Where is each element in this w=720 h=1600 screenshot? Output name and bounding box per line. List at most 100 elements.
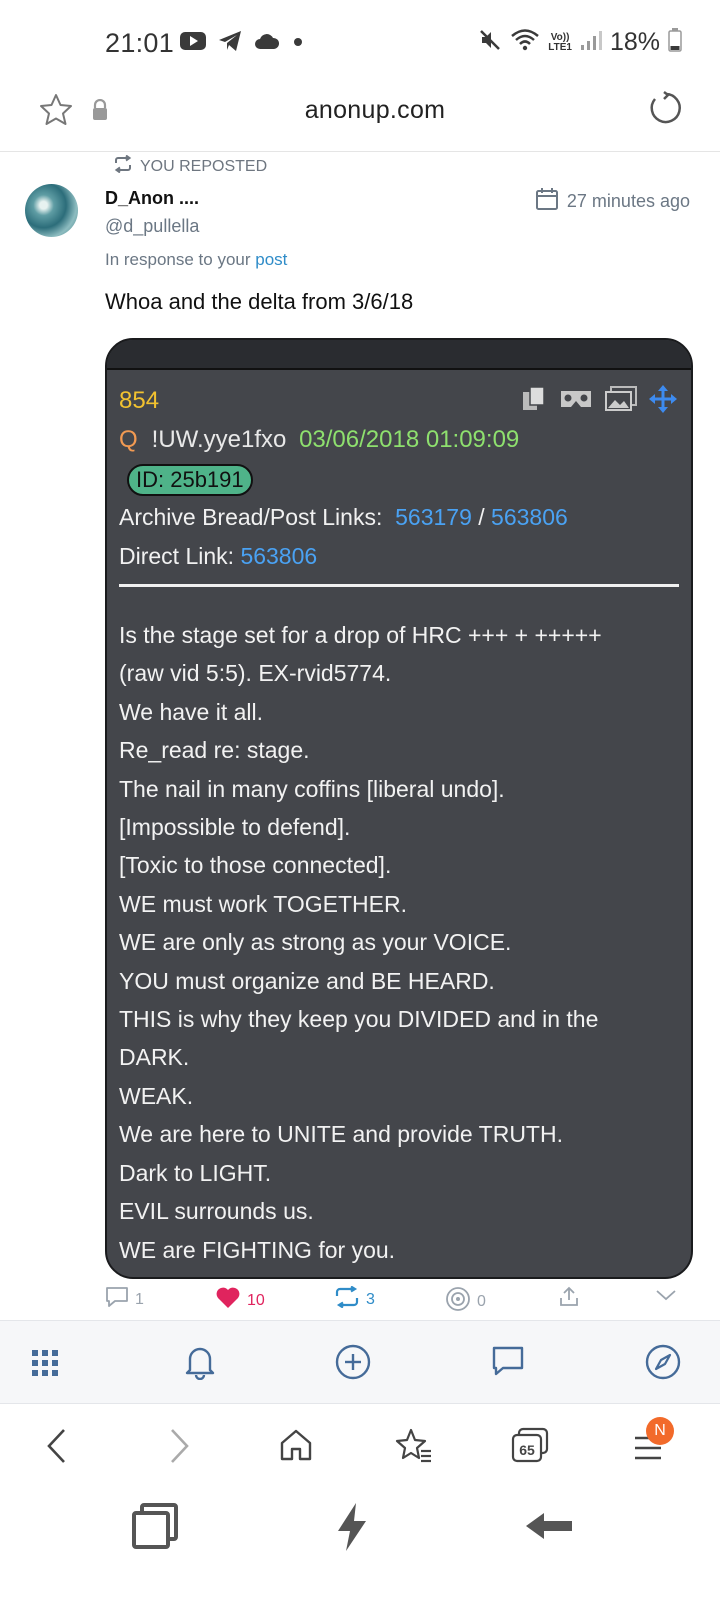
battery-icon [668, 28, 682, 57]
image-toolbar [521, 385, 677, 418]
archive-separator: / [478, 504, 485, 530]
browser-toolbar: 65 [0, 1405, 720, 1487]
drop-line: WE must work TOGETHER. [119, 890, 407, 917]
tripcode: !UW.yye1fxo [151, 426, 287, 453]
post-timestamp: 27 minutes ago [535, 187, 690, 216]
chevron-down-icon [654, 1286, 678, 1309]
comment-button[interactable]: 1 [105, 1286, 144, 1313]
comment-count: 1 [135, 1290, 144, 1308]
move-icon [649, 385, 677, 418]
archive-link: 563179 [395, 504, 472, 530]
youtube-icon [180, 31, 206, 56]
messages-icon[interactable] [491, 1344, 525, 1383]
points-icon [445, 1286, 471, 1317]
create-post-icon[interactable] [335, 1344, 371, 1385]
drop-line: WE are FIGHTING for you. [119, 1236, 396, 1263]
drop-line: WEAK. [119, 1082, 194, 1109]
apps-grid-icon[interactable] [32, 1350, 58, 1381]
status-time: 21:01 [105, 28, 175, 58]
avatar[interactable] [25, 184, 78, 237]
post-text: Whoa and the delta from 3/6/18 [105, 289, 414, 314]
like-button[interactable]: 10 [215, 1286, 265, 1315]
repost-label: YOU REPOSTED [140, 157, 268, 175]
drop-line: EVIL surrounds us. [119, 1198, 314, 1225]
drop-line: The nail in many coffins [liberal undo]. [119, 775, 505, 802]
archive-link: 563806 [491, 504, 568, 530]
copy-icon [521, 386, 547, 417]
url-text[interactable]: anonup.com [0, 96, 720, 125]
menu-badge: N [646, 1417, 674, 1445]
system-navigation [0, 1487, 720, 1600]
points-button[interactable]: 0 [445, 1286, 486, 1317]
drop-line: We have it all. [119, 698, 264, 725]
author-handle[interactable]: @d_pullella [105, 216, 199, 237]
address-bar[interactable]: anonup.com [0, 86, 720, 152]
drop-line: We are here to UNITE and provide TRUTH. [119, 1121, 563, 1148]
q-label: Q [119, 426, 138, 453]
drop-line: [Impossible to defend]. [119, 814, 351, 841]
cloud-icon [254, 32, 280, 55]
heart-icon [215, 1286, 241, 1315]
like-count: 10 [247, 1291, 265, 1309]
drop-line: YOU must organize and BE HEARD. [119, 967, 495, 994]
repost-icon [113, 154, 133, 178]
dot-icon [292, 35, 304, 53]
direct-link-row: Direct Link: 563806 [119, 543, 317, 570]
notifications-bell-icon[interactable] [184, 1344, 216, 1385]
direct-link-label: Direct Link: [119, 543, 235, 569]
drop-line: Dark to LIGHT. [119, 1159, 272, 1186]
tabs-icon[interactable]: 65 [511, 1427, 549, 1468]
archive-label: Archive Bread/Post Links: [119, 504, 383, 530]
lte-indicator: Vo)) LTE1 [548, 31, 572, 53]
attached-image[interactable]: 854 Q !UW.yye1fxo 03/06/2018 01:09:09 ID:… [105, 338, 693, 1279]
repost-indicator: YOU REPOSTED [113, 154, 268, 178]
drop-line: WE are only as strong as your VOICE. [119, 929, 512, 956]
author-name[interactable]: D_Anon .... [105, 188, 199, 209]
drop-body: Is the stage set for a drop of HRC +++ +… [119, 616, 679, 1269]
wifi-icon [510, 28, 540, 57]
drop-date: 03/06/2018 01:09:09 [299, 426, 520, 453]
signal-icon [580, 29, 602, 56]
time-ago: 27 minutes ago [566, 191, 690, 211]
vr-icon [559, 387, 593, 416]
home-icon[interactable] [278, 1427, 314, 1468]
image-gallery-icon [605, 386, 637, 417]
drop-number: 854 [119, 387, 160, 414]
recent-apps-icon[interactable] [130, 1501, 180, 1556]
explore-compass-icon[interactable] [645, 1344, 681, 1385]
bookmarks-icon[interactable] [395, 1427, 433, 1468]
back-arrow-icon[interactable] [44, 1427, 70, 1470]
repost-count: 3 [366, 1290, 375, 1308]
drop-header: Q !UW.yye1fxo 03/06/2018 01:09:09 [119, 426, 519, 454]
share-icon [558, 1286, 580, 1313]
repost-icon [334, 1285, 360, 1313]
share-button[interactable] [558, 1286, 580, 1313]
points-count: 0 [477, 1292, 486, 1310]
drop-line: Re_read re: stage. [119, 737, 310, 764]
reload-icon[interactable] [648, 90, 684, 131]
notification-icons [180, 30, 304, 57]
in-response-line: In response to your post [105, 250, 287, 270]
drop-line: [Toxic to those connected]. [119, 852, 392, 879]
battery-percent: 18% [609, 28, 660, 56]
tabs-count: 65 [519, 1442, 535, 1458]
comment-icon [105, 1286, 129, 1313]
in-response-link[interactable]: post [255, 250, 287, 269]
drop-line: THIS is why they keep you DIVIDED and in… [119, 1006, 599, 1033]
post-actions: 1 10 3 0 [0, 1282, 720, 1320]
system-back-icon[interactable] [524, 1509, 576, 1548]
archive-links: Archive Bread/Post Links: 563179 / 56380… [119, 504, 568, 531]
lightning-icon[interactable] [332, 1501, 372, 1558]
mute-icon [478, 28, 502, 57]
calendar-icon [535, 187, 559, 216]
divider [119, 584, 679, 587]
system-icons: Vo)) LTE1 18% [478, 28, 682, 57]
drop-id: ID: 25b191 [127, 464, 253, 496]
forward-arrow-icon[interactable] [166, 1427, 192, 1470]
in-response-prefix: In response to your [105, 250, 251, 269]
repost-button[interactable]: 3 [334, 1285, 375, 1313]
status-bar: 21:01 Vo)) LTE1 18% [0, 0, 720, 86]
more-button[interactable] [654, 1286, 678, 1309]
telegram-icon [218, 30, 242, 57]
image-top-bar [107, 340, 691, 370]
